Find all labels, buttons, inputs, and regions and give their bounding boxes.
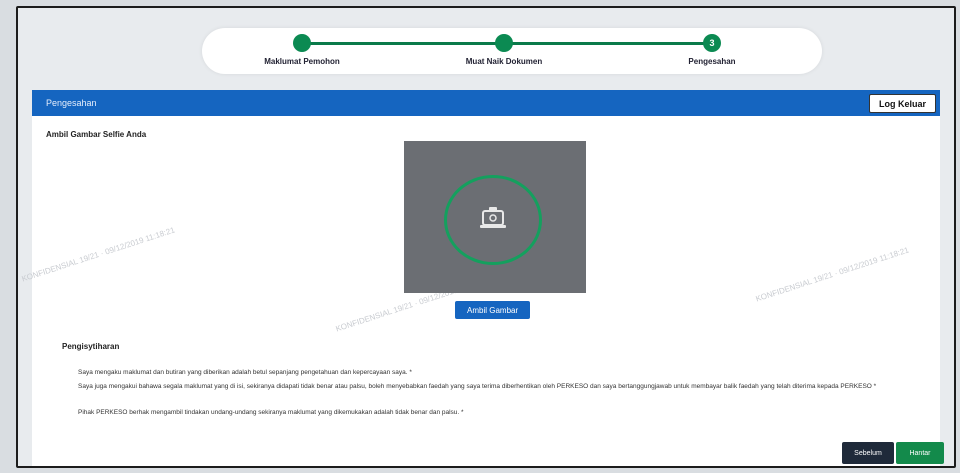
watermark-right: KONFIDENSIAL 19/21 · 09/12/2019 11:18:21: [754, 245, 911, 304]
selfie-section-title: Ambil Gambar Selfie Anda: [46, 130, 147, 139]
step-3-label: Pengesahan: [688, 57, 736, 66]
step-1-label: Maklumat Pemohon: [264, 57, 340, 66]
panel-title: Pengesahan: [46, 98, 97, 108]
step-3-dot: 3: [703, 34, 721, 52]
camera-icon: [480, 207, 506, 228]
watermark-left: KONFIDENSIAL 19/21 · 09/12/2019 11:18:21: [20, 225, 177, 284]
declaration-item-2: Saya juga mengakui bahawa segala makluma…: [78, 383, 877, 390]
capture-photo-button[interactable]: Ambil Gambar: [455, 301, 531, 319]
panel-header: Pengesahan Log Keluar: [32, 90, 940, 116]
camera-preview[interactable]: [404, 141, 586, 293]
progress-stepper: 3 Maklumat Pemohon Muat Naik Dokumen Pen…: [202, 28, 822, 74]
confirmation-panel: Pengesahan Log Keluar Ambil Gambar Selfi…: [21, 90, 944, 466]
declaration-item-1: Saya mengaku maklumat dan butiran yang d…: [78, 369, 412, 376]
back-button[interactable]: Sebelum: [842, 442, 894, 464]
step-1-dot: [293, 34, 311, 52]
step-2-label: Muat Naik Dokumen: [465, 57, 543, 66]
submit-button[interactable]: Hantar: [896, 442, 944, 464]
step-2-dot: [495, 34, 513, 52]
logout-button[interactable]: Log Keluar: [868, 94, 936, 113]
declaration-item-3: Pihak PERKESO berhak mengambil tindakan …: [78, 409, 464, 416]
declaration-title: Pengisytiharan: [62, 342, 120, 351]
